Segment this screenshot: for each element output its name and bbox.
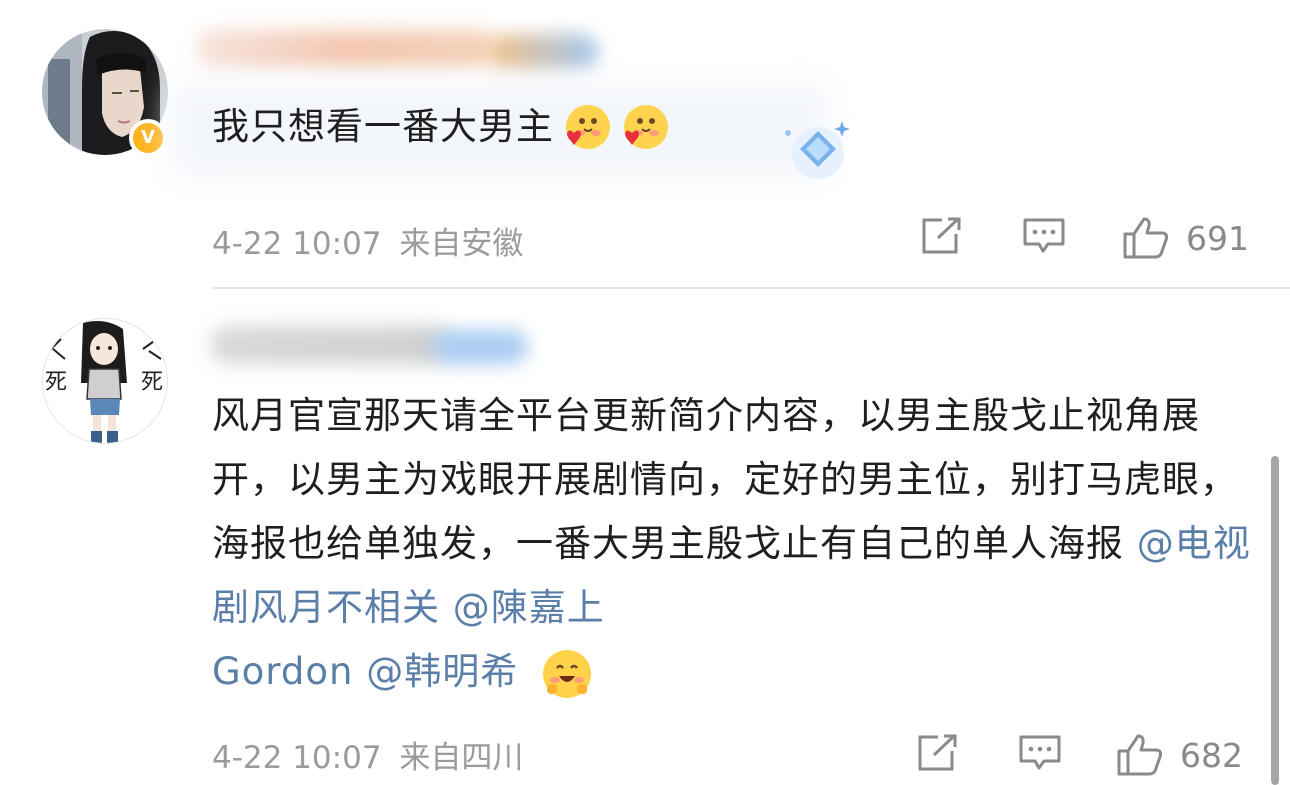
comment-item: V 我只想看一番大男主 4-22 10:07 来自安徽 691 [0,0,1290,289]
comment-icon [1019,735,1061,770]
avatar[interactable]: 死 死 [42,318,168,444]
share-button[interactable] [916,733,960,773]
share-button[interactable] [920,216,964,256]
comment-button[interactable] [1018,733,1062,773]
verified-badge: V [129,119,167,157]
location: 来自安徽 [399,226,524,262]
username-blurred[interactable] [210,326,450,364]
blushing-heart-emoji-icon [560,103,612,155]
comment-body: 风月官宣那天请全平台更新简介内容，以男主殷戈止视角展开，以男主为戏眼开展剧情向，… [212,394,1238,565]
username-badge-blurred [488,34,598,70]
avatar-image: 死 死 [43,319,167,443]
like-button[interactable]: 691 [1122,216,1249,260]
comment-button[interactable] [1022,216,1066,256]
comment-icon [1023,218,1065,253]
scrollbar[interactable] [1271,456,1279,785]
avatar-text-left: 死 [45,370,67,395]
comment-thread: V 我只想看一番大男主 4-22 10:07 来自安徽 691 死 死 风月官宣… [0,0,1290,785]
like-count: 682 [1180,735,1243,775]
comment-meta: 4-22 10:07 来自四川 [212,732,523,777]
comment-item: 死 死 风月官宣那天请全平台更新简介内容，以男主殷戈止视角展开，以男主为戏眼开展… [0,288,1290,785]
mention-link[interactable]: @陳嘉上 [453,586,605,629]
timestamp: 4-22 10:07 [212,740,382,776]
blushing-smile-emoji-icon [541,648,593,700]
mention-link[interactable]: @韩明希 [366,650,518,693]
username-blurred[interactable] [196,30,496,68]
share-icon [918,734,957,771]
blushing-heart-emoji-icon [618,103,670,155]
comment-text: 我只想看一番大男主 [212,95,670,159]
like-button[interactable]: 682 [1116,733,1243,777]
comment-meta: 4-22 10:07 来自安徽 [212,218,523,263]
share-icon [922,217,961,254]
comment-text: 风月官宣那天请全平台更新简介内容，以男主殷戈止视角展开，以男主为戏眼开展剧情向，… [212,384,1252,704]
like-count: 691 [1186,218,1249,258]
mention-link[interactable]: Gordon [212,650,353,693]
sparkle-diamond-icon [778,115,858,185]
avatar-text-right: 死 [141,370,163,395]
timestamp: 4-22 10:07 [212,226,382,262]
comment-body: 我只想看一番大男主 [212,105,554,148]
location: 来自四川 [399,740,524,776]
thumbs-up-icon [1117,734,1163,776]
thumbs-up-icon [1123,217,1169,259]
username-badge-blurred [432,330,528,364]
